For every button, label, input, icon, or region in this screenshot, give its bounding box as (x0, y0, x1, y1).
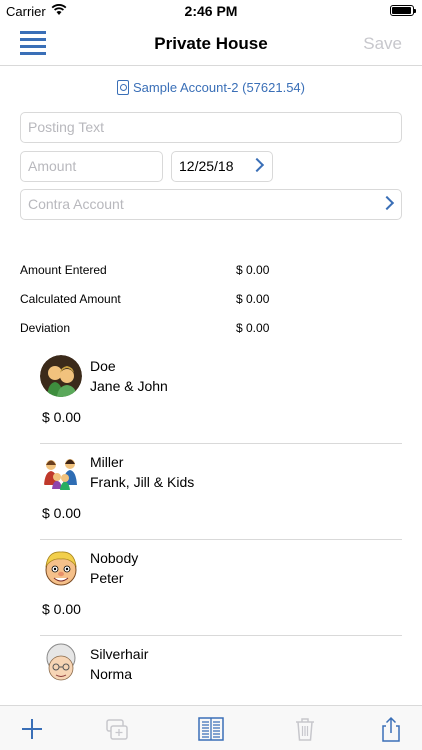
person-row-nobody[interactable]: Nobody Peter $ 0.00 (40, 540, 402, 636)
account-icon (117, 80, 129, 95)
share-icon[interactable] (377, 715, 405, 743)
battery-icon (390, 5, 416, 16)
list-icon[interactable] (197, 715, 225, 743)
summary-label: Deviation (20, 321, 71, 335)
duplicate-icon (106, 719, 128, 740)
family-avatar (40, 451, 82, 493)
person-first-name: Peter (90, 570, 124, 586)
nav-bar: Private House Save (0, 22, 422, 66)
person-last-name: Doe (90, 358, 116, 374)
status-bar: Carrier 2:46 PM (0, 0, 422, 22)
person-first-name: Jane & John (90, 378, 168, 394)
date-field[interactable]: 12/25/18 (171, 151, 273, 182)
person-row-miller[interactable]: Miller Frank, Jill & Kids $ 0.00 (40, 444, 402, 540)
summary-label: Amount Entered (20, 263, 107, 277)
summary-label: Calculated Amount (20, 292, 121, 306)
grandma-avatar (40, 643, 82, 685)
person-first-name: Norma (90, 666, 133, 682)
person-amount: $ 0.00 (42, 409, 81, 425)
account-label: Sample Account-2 (57621.54) (133, 80, 305, 95)
person-amount: $ 0.00 (42, 601, 81, 617)
person-last-name: Nobody (90, 550, 139, 566)
person-row-doe[interactable]: Doe Jane & John $ 0.00 (40, 348, 402, 444)
amount-placeholder: Amount (28, 158, 77, 174)
contra-account-field[interactable]: Contra Account (20, 189, 402, 220)
person-last-name: Silverhair (90, 646, 149, 662)
bottom-toolbar (0, 705, 422, 750)
page-title: Private House (154, 34, 268, 53)
date-value: 12/25/18 (179, 158, 234, 174)
amount-field[interactable]: Amount (20, 151, 163, 182)
posting-text-field[interactable]: Posting Text (20, 112, 402, 143)
summary-value: $ 0.00 (236, 292, 270, 306)
person-last-name: Miller (90, 454, 124, 470)
person-amount: $ 0.00 (42, 505, 81, 521)
add-icon[interactable] (18, 715, 46, 743)
clock: 2:46 PM (184, 3, 238, 19)
posting-text-placeholder: Posting Text (28, 119, 105, 135)
contra-account-placeholder: Contra Account (28, 196, 124, 212)
boy-avatar (40, 547, 82, 589)
summary-value: $ 0.00 (236, 321, 270, 335)
person-first-name: Frank, Jill & Kids (90, 474, 195, 490)
summary-value: $ 0.00 (236, 263, 270, 277)
account-selector[interactable]: Sample Account-2 (57621.54) (0, 80, 422, 95)
save-button[interactable]: Save (363, 34, 402, 54)
chevron-right-icon (379, 195, 395, 211)
chevron-right-icon (249, 157, 265, 173)
trash-icon (296, 718, 314, 741)
couple-avatar (40, 355, 82, 397)
